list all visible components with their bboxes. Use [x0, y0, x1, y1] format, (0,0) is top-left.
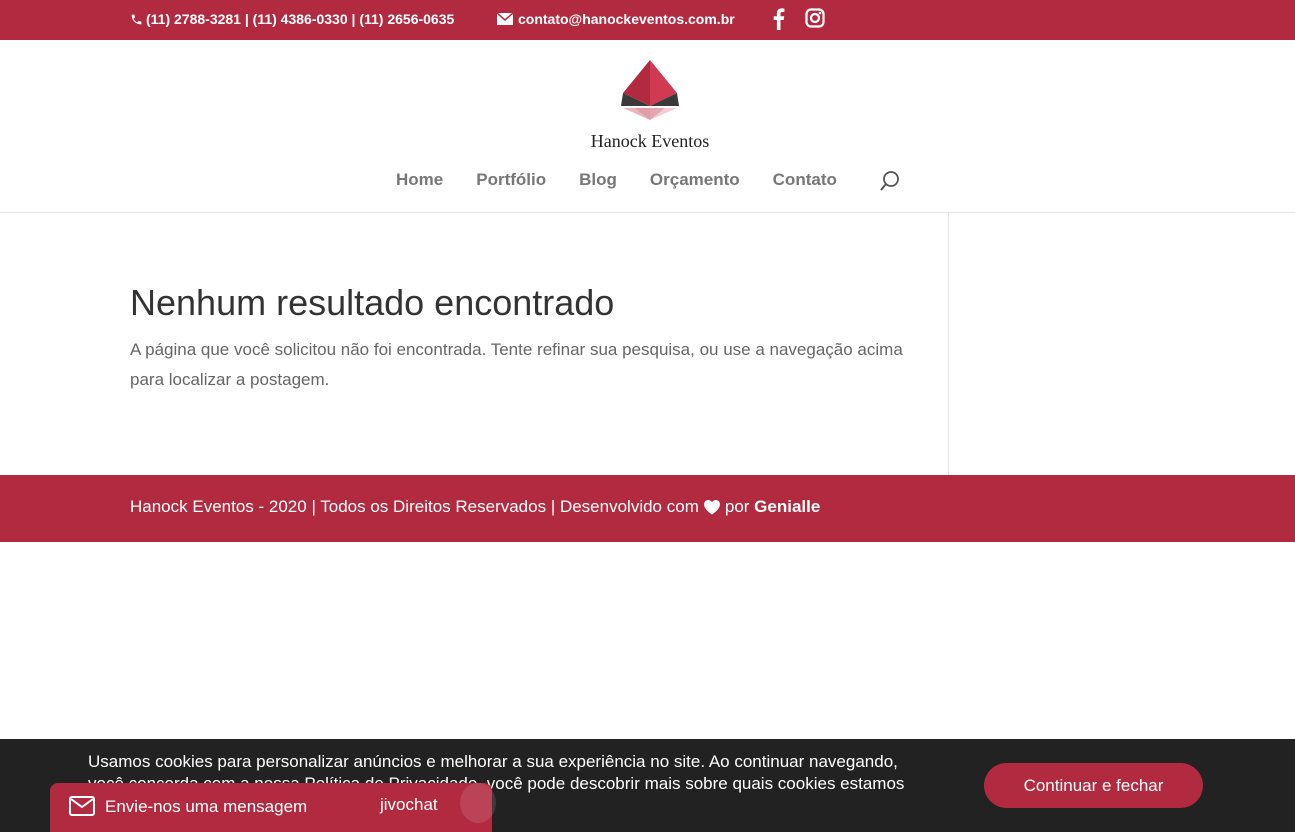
nav-contato[interactable]: Contato: [773, 170, 837, 190]
search-icon[interactable]: [879, 170, 901, 192]
site-header: Hanock Eventos Home Portfólio Blog Orçam…: [0, 40, 1295, 213]
heart-icon: [703, 500, 720, 515]
chat-label: Envie-nos uma mensagem: [105, 797, 308, 816]
not-found-message: A página que você solicitou não foi enco…: [130, 340, 903, 389]
main-navigation: Home Portfólio Blog Orçamento Contato: [396, 170, 870, 190]
mail-icon: [69, 796, 95, 816]
instagram-icon[interactable]: [805, 8, 825, 28]
footer-brand-link[interactable]: Genialle: [754, 497, 820, 517]
email-link[interactable]: contato@hanockeventos.com.br: [497, 11, 735, 27]
footer-credits: Hanock Eventos - 2020 | Todos os Direito…: [130, 497, 820, 517]
nav-portfolio[interactable]: Portfólio: [476, 170, 546, 190]
site-footer: Hanock Eventos - 2020 | Todos os Direito…: [0, 475, 1295, 542]
main-content: Nenhum resultado encontrado A página que…: [0, 213, 1295, 475]
cookie-accept-button[interactable]: Continuar e fechar: [984, 763, 1203, 808]
chat-brand: jivochat: [380, 795, 438, 814]
top-bar: (11) 2788-3281 | (11) 4386-0330 | (11) 2…: [0, 0, 1295, 40]
phone-numbers[interactable]: (11) 2788-3281 | (11) 4386-0330 | (11) 2…: [130, 11, 454, 27]
logo-text[interactable]: Hanock Eventos: [560, 131, 740, 152]
nav-blog[interactable]: Blog: [579, 170, 617, 190]
facebook-icon[interactable]: [770, 8, 786, 30]
chat-bubble-icon: [460, 783, 496, 823]
phone-text: (11) 2788-3281 | (11) 4386-0330 | (11) 2…: [146, 11, 455, 27]
chat-widget[interactable]: Envie-nos uma mensagem jivochat: [50, 783, 496, 832]
sidebar-divider: [948, 213, 949, 475]
email-text: contato@hanockeventos.com.br: [518, 11, 735, 27]
nav-orcamento[interactable]: Orçamento: [650, 170, 740, 190]
footer-copyright: Hanock Eventos - 2020 | Todos os Direito…: [130, 497, 699, 516]
nav-home[interactable]: Home: [396, 170, 443, 190]
footer-por: por: [724, 497, 750, 516]
envelope-icon: [497, 13, 513, 25]
phone-icon: [131, 14, 142, 24]
page-title: Nenhum resultado encontrado: [130, 282, 615, 323]
